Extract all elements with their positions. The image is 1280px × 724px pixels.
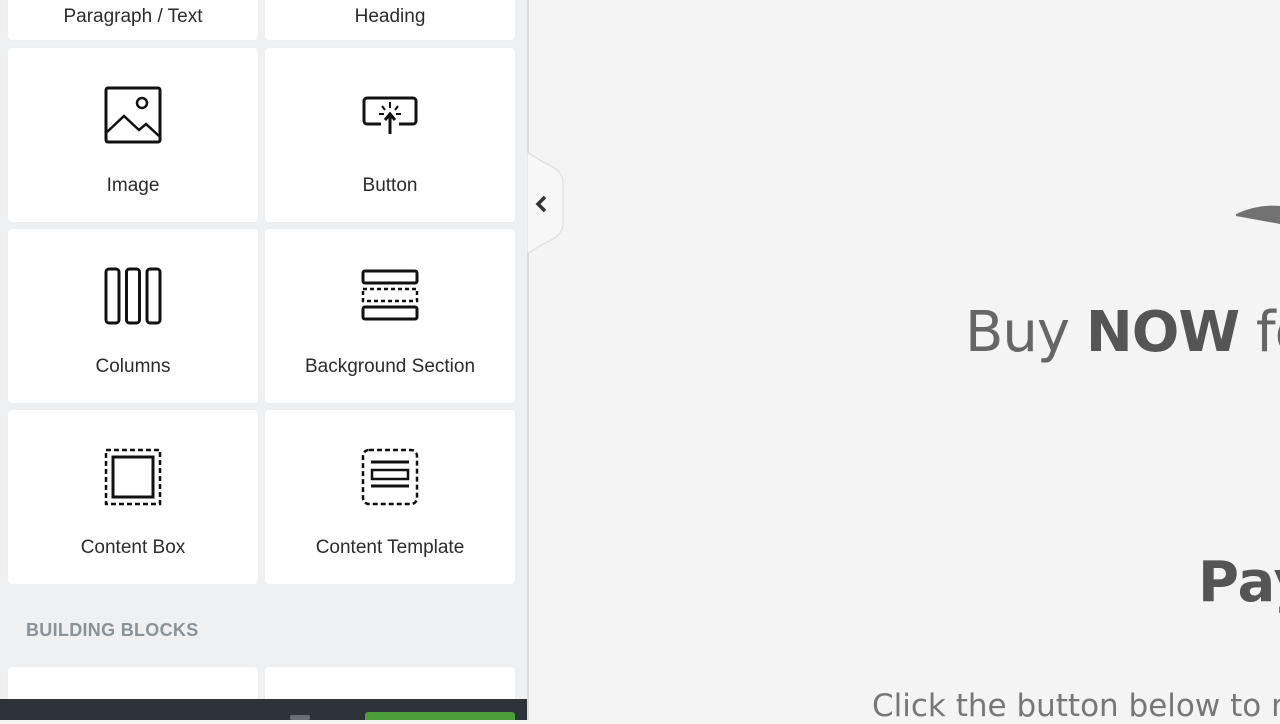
background-section-icon (265, 269, 515, 323)
element-tile-label: Content Template (315, 537, 465, 558)
columns-icon (8, 267, 258, 325)
element-tile-background-section[interactable]: Background Section (265, 229, 515, 403)
element-tile-label: Background Section (304, 356, 476, 377)
element-tile-label: Heading (354, 6, 426, 27)
page-body-text: Click the button below to r (872, 688, 1280, 724)
element-tile-content-template[interactable]: Content Template (265, 410, 515, 584)
panel-divider (527, 0, 529, 720)
content-box-icon (8, 448, 258, 506)
decorative-swoosh (1236, 200, 1280, 235)
element-tile-label: Button (362, 175, 418, 196)
content-template-icon (265, 448, 515, 506)
element-tile-label: Paragraph / Text (63, 6, 203, 27)
element-tile-button[interactable]: Button (265, 48, 515, 222)
footer-link[interactable] (290, 715, 310, 720)
elements-panel: Paragraph / Text Heading Image Button Co… (0, 0, 527, 720)
element-tile-heading[interactable]: Heading (265, 0, 515, 40)
element-tile-paragraph[interactable]: Paragraph / Text (8, 0, 258, 40)
page-headline: Buy NOW fo (965, 300, 1280, 365)
element-tile-label: Image (106, 175, 160, 196)
button-icon (265, 90, 515, 138)
element-tile-image[interactable]: Image (8, 48, 258, 222)
chevron-left-icon (533, 194, 549, 219)
image-icon (8, 86, 258, 144)
element-tile-content-box[interactable]: Content Box (8, 410, 258, 584)
primary-action-button[interactable] (365, 712, 515, 720)
element-tile-columns[interactable]: Columns (8, 229, 258, 403)
collapse-panel-button[interactable] (526, 151, 565, 255)
element-tile-label: Columns (95, 356, 171, 377)
section-title-building-blocks: BUILDING BLOCKS (26, 620, 199, 640)
page-subheading: Pay (1198, 550, 1280, 615)
element-tile-label: Content Box (80, 537, 186, 558)
